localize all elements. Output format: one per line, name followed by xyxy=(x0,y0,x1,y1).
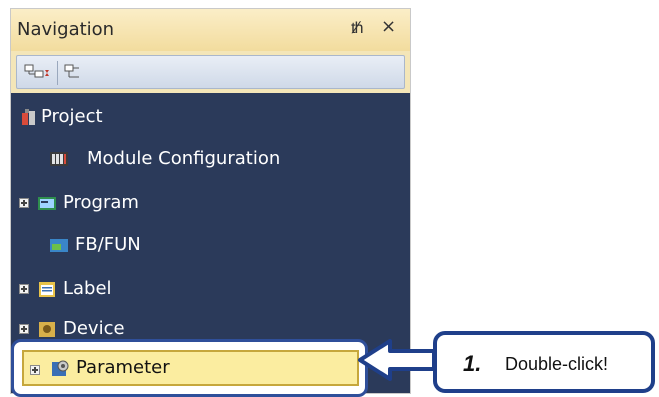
tree-item-label: Device xyxy=(63,318,125,339)
tree-item-project[interactable]: Project xyxy=(11,99,410,135)
tree-item-label: Project xyxy=(41,106,103,127)
tree-item-label: FB/FUN xyxy=(75,234,141,255)
module-configuration-icon xyxy=(50,152,68,166)
pointer-arrow-icon xyxy=(358,339,436,381)
expand-icon[interactable] xyxy=(19,284,29,294)
expand-tree-icon[interactable] xyxy=(23,62,53,84)
tree-item-label: Parameter xyxy=(76,357,170,378)
expand-icon[interactable] xyxy=(19,198,29,208)
device-icon xyxy=(39,322,55,337)
panel-titlebar: Navigation ᵺ × xyxy=(11,9,410,51)
project-icon xyxy=(22,109,35,125)
tree-item-label: Program xyxy=(63,192,139,213)
program-icon xyxy=(38,197,56,210)
tree-item-label-node[interactable]: Label xyxy=(11,271,410,307)
fb-fun-icon xyxy=(50,239,68,252)
tree-item-parameter[interactable]: Parameter xyxy=(22,350,359,386)
step-number: 1. xyxy=(463,351,482,376)
instruction-text: Double-click! xyxy=(505,354,609,374)
close-icon[interactable]: × xyxy=(381,16,396,37)
toolbar-separator xyxy=(57,61,58,85)
tree-item-module-configuration[interactable]: Module Configuration xyxy=(11,141,410,177)
tree-item-label: Module Configuration xyxy=(87,148,281,169)
tree-item-label: Label xyxy=(63,278,112,299)
pin-icon[interactable]: ᵺ xyxy=(351,18,364,38)
instruction-callout: 1. Double-click! xyxy=(433,331,655,393)
parameter-highlight: Parameter xyxy=(11,339,368,397)
navigation-toolbar xyxy=(16,55,405,89)
panel-title: Navigation xyxy=(17,19,115,40)
collapse-tree-icon[interactable] xyxy=(63,62,93,84)
expand-icon[interactable] xyxy=(30,365,40,375)
label-icon xyxy=(39,282,55,297)
navigation-panel: Navigation ᵺ × Project Module Configurat… xyxy=(10,8,411,397)
tree-item-program[interactable]: Program xyxy=(11,185,410,221)
expand-icon[interactable] xyxy=(19,324,29,334)
parameter-icon xyxy=(52,360,69,376)
tree-item-fb-fun[interactable]: FB/FUN xyxy=(11,227,410,263)
